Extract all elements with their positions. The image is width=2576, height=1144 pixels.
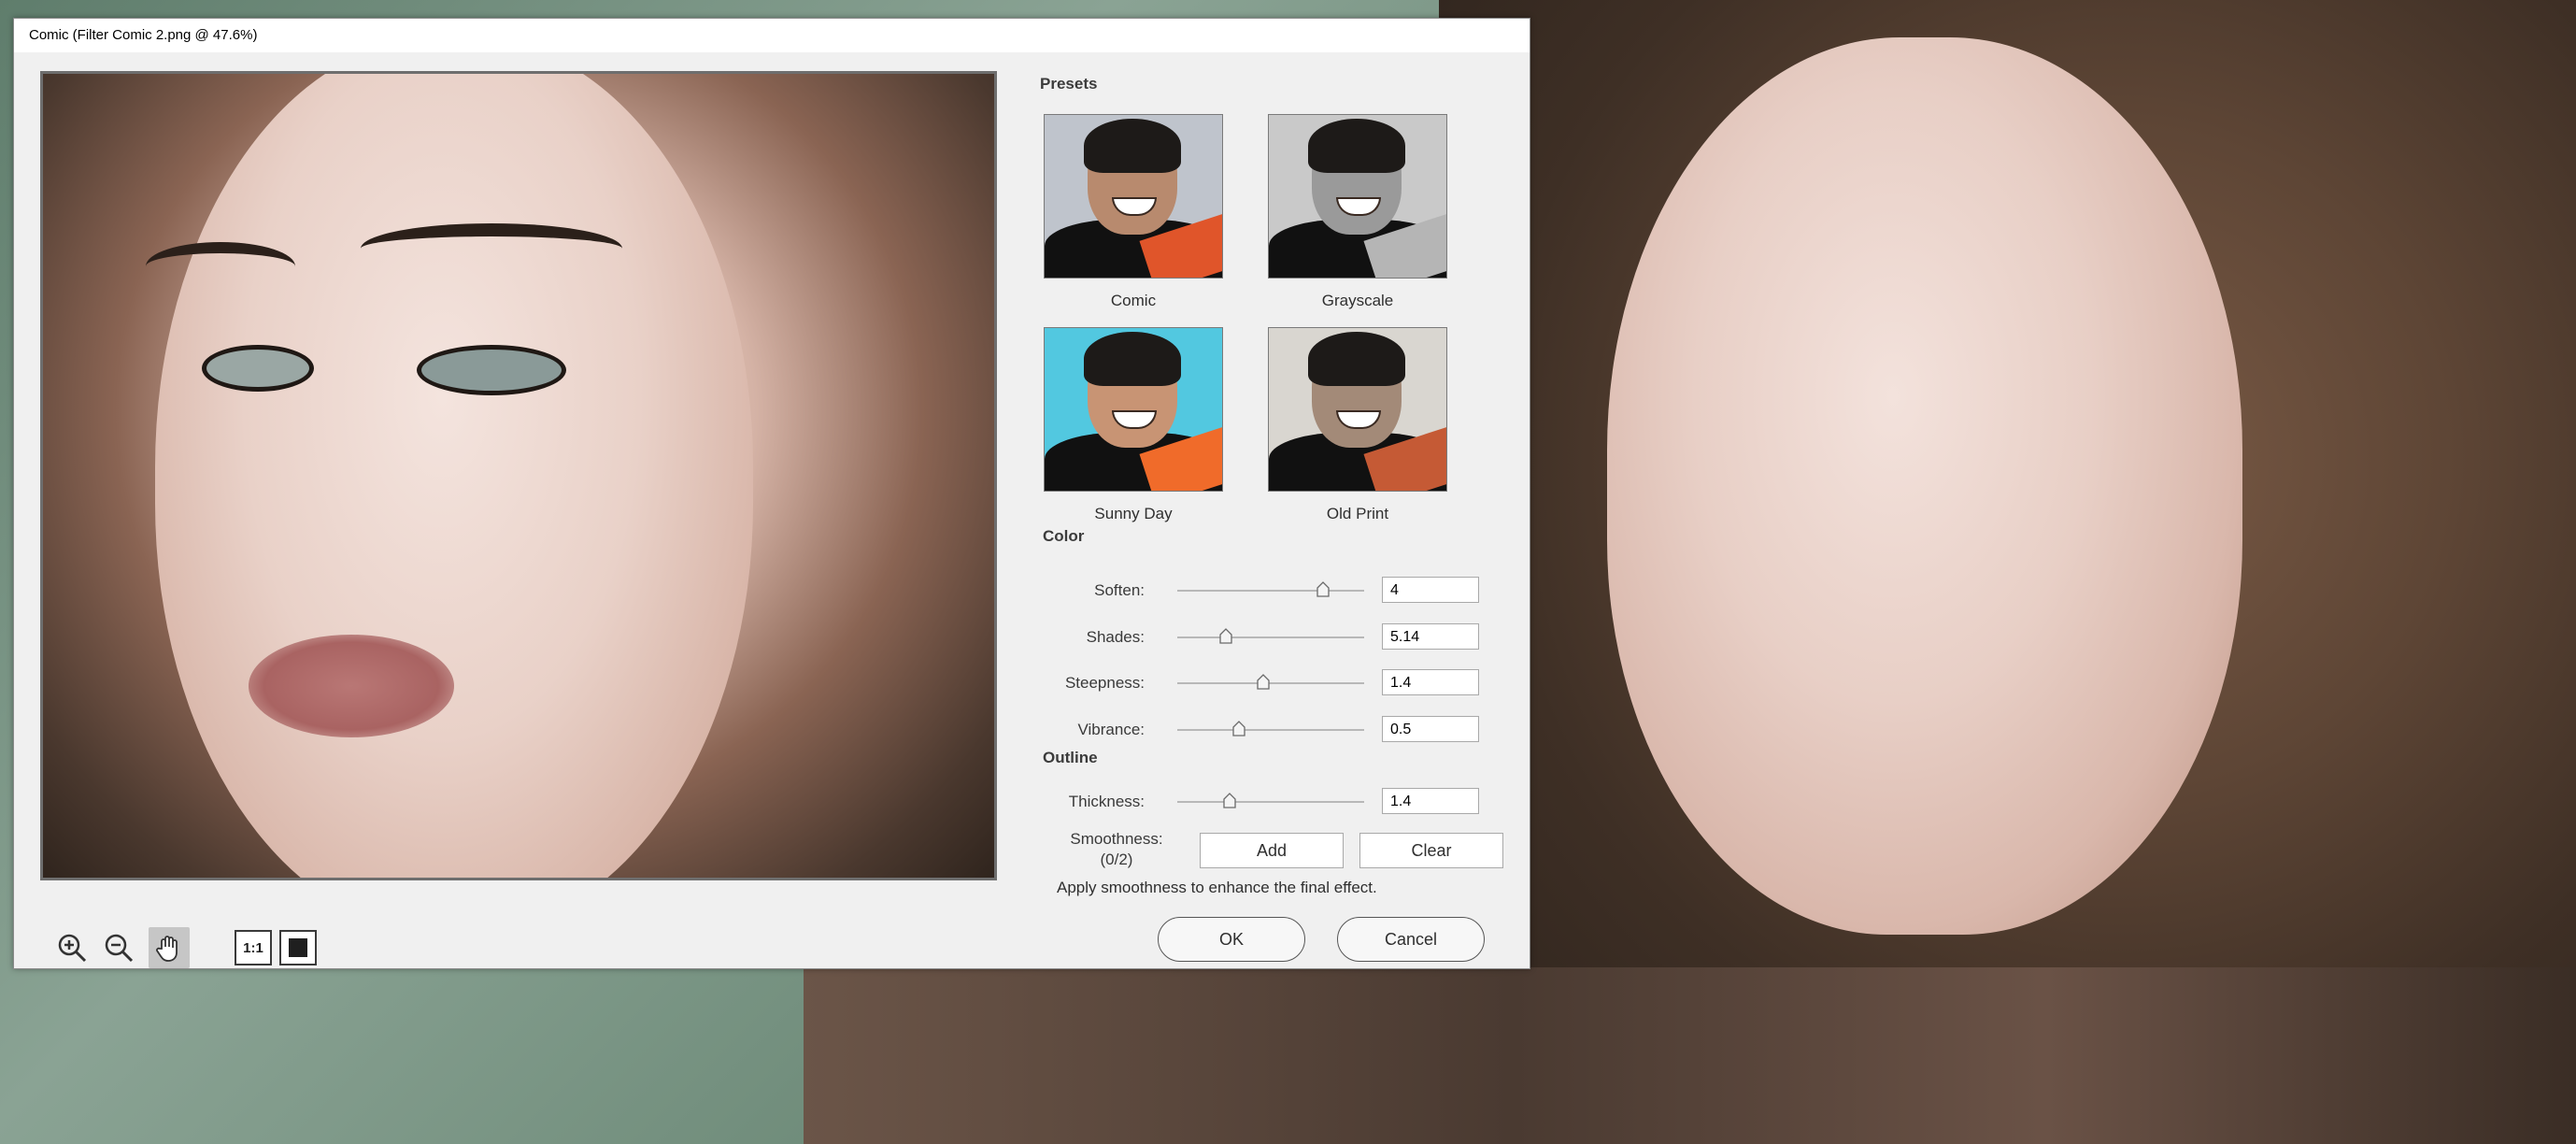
smoothness-count: (0/2) xyxy=(1100,851,1133,868)
hand-tool-icon[interactable] xyxy=(149,927,190,968)
thickness-slider-row: Thickness: 1.4 xyxy=(14,785,1509,819)
soften-slider-track[interactable] xyxy=(1177,581,1364,597)
preview-eye xyxy=(202,345,314,392)
vibrance-value-field[interactable]: 0.5 xyxy=(1382,716,1479,742)
comic-filter-dialog: Comic (Filter Comic 2.png @ 47.6%) 1:1 P… xyxy=(13,18,1530,969)
steepness-slider-row: Steepness: 1.4 xyxy=(14,666,1509,700)
vibrance-slider-track[interactable] xyxy=(1177,721,1364,736)
preview-brow xyxy=(361,223,622,274)
steepness-value-field[interactable]: 1.4 xyxy=(1382,669,1479,695)
steepness-slider-track[interactable] xyxy=(1177,674,1364,690)
background-image-face xyxy=(1607,37,2242,935)
preview-canvas[interactable] xyxy=(40,71,997,880)
presets-heading: Presets xyxy=(1040,75,1098,93)
vibrance-label: Vibrance: xyxy=(1077,721,1145,738)
cancel-button[interactable]: Cancel xyxy=(1337,917,1485,962)
zoom-in-icon[interactable] xyxy=(51,927,93,968)
clear-smoothness-button[interactable]: Clear xyxy=(1359,833,1503,868)
background-image-bottom xyxy=(804,967,2576,1144)
soften-slider-row: Soften: 4 xyxy=(14,574,1509,608)
shades-slider-row: Shades: 5.14 xyxy=(14,621,1509,654)
preset-label: Sunny Day xyxy=(1094,505,1173,522)
shades-label: Shades: xyxy=(1086,628,1145,646)
preset-thumbnail[interactable] xyxy=(1044,327,1223,492)
fit-to-window-icon[interactable] xyxy=(279,930,317,965)
preview-face xyxy=(155,74,753,878)
preset-grayscale[interactable]: Grayscale xyxy=(1268,114,1447,310)
preset-thumbnail-hair xyxy=(1308,332,1405,386)
smoothness-hint: Apply smoothness to enhance the final ef… xyxy=(1057,879,1377,896)
preset-thumbnail[interactable] xyxy=(1268,327,1447,492)
shades-value-field[interactable]: 5.14 xyxy=(1382,623,1479,650)
smoothness-label: Smoothness: xyxy=(1070,830,1163,848)
preset-label: Grayscale xyxy=(1321,292,1394,309)
soften-label: Soften: xyxy=(1094,581,1145,599)
dialog-title: Comic (Filter Comic 2.png @ 47.6%) xyxy=(14,19,1530,52)
preset-thumbnail-hair xyxy=(1084,332,1181,386)
preset-thumbnail[interactable] xyxy=(1044,114,1223,279)
zoom-out-icon[interactable] xyxy=(98,927,139,968)
preset-comic[interactable]: Comic xyxy=(1044,114,1223,310)
preset-thumbnail[interactable] xyxy=(1268,114,1447,279)
ok-button[interactable]: OK xyxy=(1158,917,1305,962)
preset-old-print[interactable]: Old Print xyxy=(1268,327,1447,523)
vibrance-slider-row: Vibrance: 0.5 xyxy=(14,713,1509,747)
thickness-slider-track[interactable] xyxy=(1177,793,1364,808)
preset-sunny-day[interactable]: Sunny Day xyxy=(1044,327,1223,523)
preset-label: Old Print xyxy=(1326,505,1389,522)
outline-heading: Outline xyxy=(1043,749,1098,766)
thickness-label: Thickness: xyxy=(1068,793,1145,810)
preview-eye xyxy=(417,345,566,395)
add-smoothness-button[interactable]: Add xyxy=(1200,833,1344,868)
preset-label: Comic xyxy=(1110,292,1157,309)
steepness-label: Steepness: xyxy=(1064,674,1145,692)
smoothness-label-group: Smoothness: (0/2) xyxy=(1051,829,1182,870)
shades-slider-track[interactable] xyxy=(1177,628,1364,644)
thickness-value-field[interactable]: 1.4 xyxy=(1382,788,1479,814)
preview-brow xyxy=(146,242,295,291)
preset-thumbnail-hair xyxy=(1084,119,1181,173)
color-heading: Color xyxy=(1043,527,1085,545)
actual-size-button[interactable]: 1:1 xyxy=(235,930,272,965)
soften-value-field[interactable]: 4 xyxy=(1382,577,1479,603)
preset-thumbnail-hair xyxy=(1308,119,1405,173)
